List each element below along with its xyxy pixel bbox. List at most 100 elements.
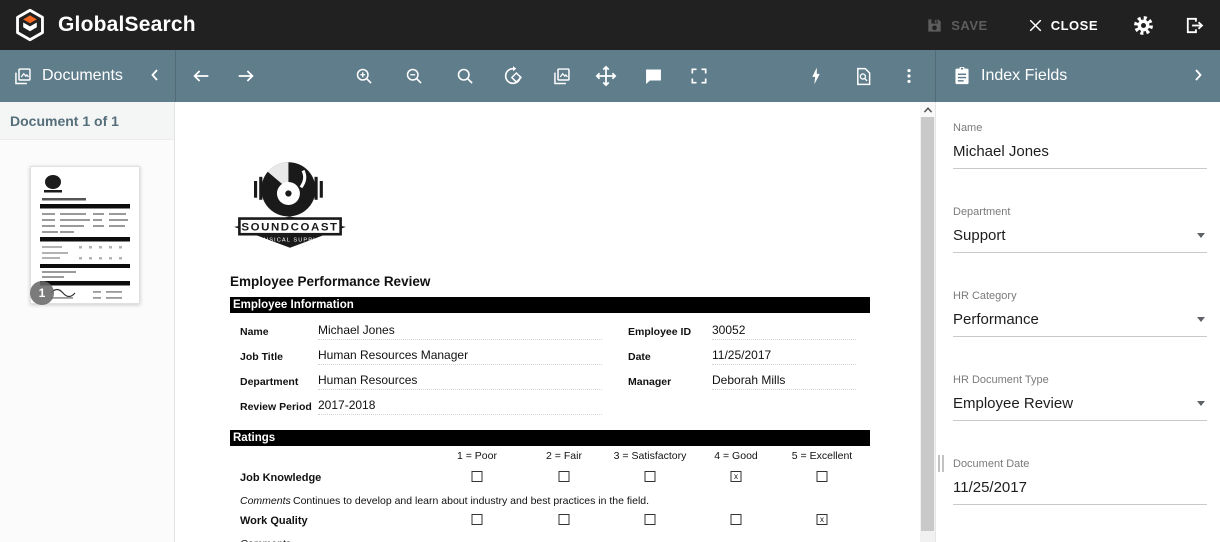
info-value-date: 11/25/2017 (712, 348, 856, 365)
page-number-badge: 1 (30, 281, 54, 305)
rating-scale-1: 1 = Poor (457, 450, 497, 462)
index-fields-header: Index Fields (935, 50, 1220, 102)
expand-right-icon[interactable] (1190, 67, 1206, 83)
employee-info-right: Employee ID30052Date11/25/2017ManagerDeb… (628, 319, 866, 394)
field-underline (953, 420, 1207, 421)
close-label: CLOSE (1051, 18, 1098, 33)
index-field-hr-category: HR Category Performance (936, 290, 1220, 374)
info-label-job-title: Job Title (240, 351, 318, 363)
field-underline (953, 168, 1207, 169)
panel-resize-handle[interactable] (938, 455, 946, 472)
scrollbar-thumb[interactable] (921, 117, 934, 531)
field-value-text: 11/25/2017 (953, 479, 1027, 496)
more-button[interactable] (895, 62, 923, 90)
info-value-review-period: 2017-2018 (318, 398, 602, 415)
info-value-job-title: Human Resources Manager (318, 348, 602, 365)
index-fields-title: Index Fields (981, 67, 1067, 85)
zoom-out-icon (404, 66, 425, 87)
logout-button[interactable] (1183, 14, 1206, 37)
comments-work-quality: Comments (240, 538, 293, 542)
field-underline (953, 504, 1207, 505)
field-label-document-date: Document Date (953, 458, 1207, 470)
comments-label: Comments (240, 495, 293, 507)
rating-scale-4: 4 = Good (714, 450, 758, 462)
employee-info-left: NameMichael JonesJob TitleHuman Resource… (240, 319, 612, 419)
soundcoast-logo: SOUNDCOAST MUSICAL SUPPLY (230, 158, 350, 252)
field-input-department[interactable]: Support (953, 227, 1207, 244)
pages-icon (551, 66, 572, 87)
index-field-document-date: Document Date 11/25/2017 (936, 458, 1220, 542)
info-value-manager: Deborah Mills (712, 373, 856, 390)
field-label-hr-document-type: HR Document Type (953, 374, 1207, 386)
field-label-hr-category: HR Category (953, 290, 1207, 302)
dropdown-arrow-icon[interactable] (1197, 317, 1205, 322)
ratings-section: 1 = Poor2 = Fair3 = Satisfactory4 = Good… (230, 450, 870, 542)
info-value-employee-id: 30052 (712, 323, 856, 340)
logo-text: SOUNDCOAST (241, 222, 338, 234)
info-label-department: Department (240, 376, 318, 388)
viewer-scrollbar[interactable] (920, 102, 935, 542)
rating-checkbox-job-knowledge-4: x (731, 471, 742, 482)
rating-checkbox-job-knowledge-1 (472, 471, 483, 482)
field-underline (953, 252, 1207, 253)
rating-checkbox-work-quality-1 (472, 514, 483, 525)
rating-checkbox-work-quality-3 (645, 514, 656, 525)
comment-button[interactable] (639, 62, 667, 90)
toolbar-row: Documents (0, 50, 1220, 102)
rating-scale-5: 5 = Excellent (792, 450, 852, 462)
field-value-text: Employee Review (953, 395, 1073, 412)
info-label-review-period: Review Period (240, 401, 318, 413)
index-field-department: DepartmentSupport (936, 206, 1220, 290)
rating-checkbox-job-knowledge-2 (559, 471, 570, 482)
rating-checkbox-job-knowledge-5 (817, 471, 828, 482)
field-input-document-date[interactable]: 11/25/2017 (953, 479, 1207, 496)
save-button[interactable]: SAVE (926, 17, 987, 34)
index-fields-list: NameMichael JonesDepartmentSupportHR Cat… (936, 102, 1220, 542)
rating-row-work-quality: Work Quality (240, 515, 308, 527)
documents-sidebar: Document 1 of 1 (0, 102, 175, 542)
info-label-name: Name (240, 326, 318, 338)
field-input-name[interactable]: Michael Jones (953, 143, 1207, 160)
close-icon (1028, 18, 1043, 33)
topbar-actions: SAVE CLOSE (926, 14, 1220, 37)
close-button[interactable]: CLOSE (1028, 18, 1098, 33)
find-in-page-icon (853, 66, 874, 87)
zoom-out-button[interactable] (400, 62, 428, 90)
brand: GlobalSearch (0, 8, 196, 42)
rating-scale-2: 2 = Fair (546, 450, 582, 462)
find-in-page-button[interactable] (849, 62, 877, 90)
rating-checkbox-work-quality-2 (559, 514, 570, 525)
zoom-in-button[interactable] (350, 62, 378, 90)
arrow-back-button[interactable] (187, 62, 215, 90)
save-icon (926, 17, 943, 34)
globalsearch-app: GlobalSearch SAVE CLOSE (0, 0, 1220, 542)
pan-icon (595, 65, 617, 87)
scroll-up-button[interactable] (920, 102, 935, 117)
document-title: Employee Performance Review (230, 274, 430, 289)
search-button[interactable] (451, 62, 479, 90)
flash-button[interactable] (802, 62, 830, 90)
field-underline (953, 336, 1207, 337)
field-input-hr-category[interactable]: Performance (953, 311, 1207, 328)
comments-job-knowledge: CommentsContinues to develop and learn a… (240, 495, 649, 507)
collapse-left-icon[interactable] (147, 67, 163, 83)
rating-row-job-knowledge: Job Knowledge (240, 472, 321, 484)
dropdown-arrow-icon[interactable] (1197, 401, 1205, 406)
pan-button[interactable] (592, 62, 620, 90)
settings-button[interactable] (1132, 14, 1155, 37)
zoom-in-icon (354, 66, 375, 87)
logout-icon (1183, 14, 1206, 37)
rotate-button[interactable] (499, 62, 527, 90)
field-input-hr-document-type[interactable]: Employee Review (953, 395, 1207, 412)
dropdown-arrow-icon[interactable] (1197, 233, 1205, 238)
field-value-text: Michael Jones (953, 143, 1049, 160)
logo-subtext: MUSICAL SUPPLY (258, 238, 322, 244)
app-title: GlobalSearch (58, 13, 196, 37)
fullscreen-button[interactable] (685, 62, 713, 90)
rating-checkbox-job-knowledge-3 (645, 471, 656, 482)
page-thumbnail[interactable]: 1 (30, 166, 140, 304)
pages-button[interactable] (547, 62, 575, 90)
info-value-name: Michael Jones (318, 323, 602, 340)
info-label-date: Date (628, 351, 712, 363)
arrow-forward-button[interactable] (232, 62, 260, 90)
